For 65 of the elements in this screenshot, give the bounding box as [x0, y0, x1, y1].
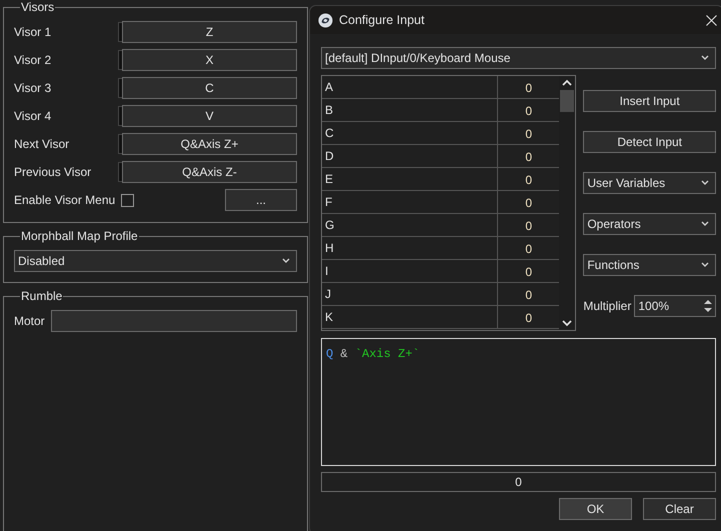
input-name-cell[interactable]: B — [322, 99, 498, 121]
binding-button[interactable]: V — [122, 105, 297, 127]
menu-dropdown[interactable]: Operators — [583, 213, 716, 235]
binding-button[interactable]: C — [122, 77, 297, 99]
input-value-cell-text: 0 — [524, 80, 534, 97]
close-icon[interactable] — [706, 14, 717, 26]
profile-dropdown[interactable]: Disabled — [14, 250, 297, 272]
group-title: Rumble — [20, 289, 64, 303]
logo-icon — [318, 12, 333, 28]
caret-icon — [701, 262, 709, 268]
spin-arrows-icon — [703, 299, 713, 313]
caret-icon — [701, 221, 709, 227]
expression-editor[interactable]: Q & `Axis Z+` — [321, 338, 716, 466]
group-title: Morphball Map Profile — [20, 229, 139, 243]
dialog-button[interactable]: OK — [559, 498, 632, 520]
field-label: Motor — [14, 313, 45, 330]
more-button[interactable]: ... — [225, 189, 297, 211]
input-name-cell[interactable]: A — [322, 76, 498, 98]
group-title: Visors — [20, 0, 56, 14]
input-value-cell-text: 0 — [524, 310, 534, 327]
menu-dropdown[interactable]: Functions — [583, 254, 716, 276]
checkbox-label: Enable Visor Menu — [14, 192, 116, 209]
binding-button[interactable]: Q&Axis Z- — [122, 161, 297, 183]
input-value-cell-text: 0 — [524, 103, 534, 120]
device-dropdown[interactable]: [default] DInput/0/Keyboard Mouse — [321, 47, 716, 69]
input-value-cell-text: 0 — [524, 241, 534, 258]
binding-label: Visor 4 — [14, 108, 52, 125]
binding-button[interactable]: Z — [122, 21, 297, 43]
binding-label: Visor 3 — [14, 80, 52, 97]
input-name-cell[interactable]: H — [322, 237, 498, 259]
input-name-cell[interactable]: F — [322, 191, 498, 213]
input-name-cell[interactable]: C — [322, 122, 498, 144]
binding-label: Visor 2 — [14, 52, 52, 69]
input-value-cell-text: 0 — [524, 126, 534, 143]
action-button[interactable]: Detect Input — [583, 131, 716, 153]
input-value-cell-text: 0 — [524, 264, 534, 281]
checkbox[interactable] — [121, 194, 134, 206]
binding-label: Previous Visor — [14, 164, 92, 181]
binding-button[interactable]: X — [122, 49, 297, 71]
scroll-thumb[interactable] — [560, 90, 574, 112]
action-button[interactable]: Insert Input — [583, 90, 716, 112]
input-value-cell-text: 0 — [524, 195, 534, 212]
caret-icon — [701, 180, 709, 186]
field-label: Multiplier — [583, 298, 632, 315]
input-name-cell[interactable]: G — [322, 214, 498, 236]
input-name-cell[interactable]: E — [322, 168, 498, 190]
caret-icon — [282, 258, 290, 264]
input-name-cell[interactable]: D — [322, 145, 498, 167]
multiplier-spinbox[interactable]: 100% — [634, 295, 716, 317]
input-value-cell-text: 0 — [524, 218, 534, 235]
dialog-button[interactable]: Clear — [643, 498, 716, 520]
binding-label: Visor 1 — [14, 24, 52, 41]
input-name-cell[interactable]: I — [322, 260, 498, 282]
input-value-cell-text: 0 — [524, 149, 534, 166]
result-bar: 0 — [321, 472, 716, 492]
input-value-cell-text: 0 — [524, 172, 534, 189]
window-title: Configure Input — [339, 12, 426, 29]
input-value-cell-text: 0 — [524, 287, 534, 304]
motor-field[interactable] — [50, 310, 297, 332]
menu-dropdown[interactable]: User Variables — [583, 172, 716, 194]
binding-label: Next Visor — [14, 136, 70, 153]
binding-button[interactable]: Q&Axis Z+ — [122, 133, 297, 155]
input-name-cell[interactable]: K — [322, 306, 498, 328]
caret-icon — [701, 55, 709, 61]
input-name-cell[interactable]: J — [322, 283, 498, 305]
